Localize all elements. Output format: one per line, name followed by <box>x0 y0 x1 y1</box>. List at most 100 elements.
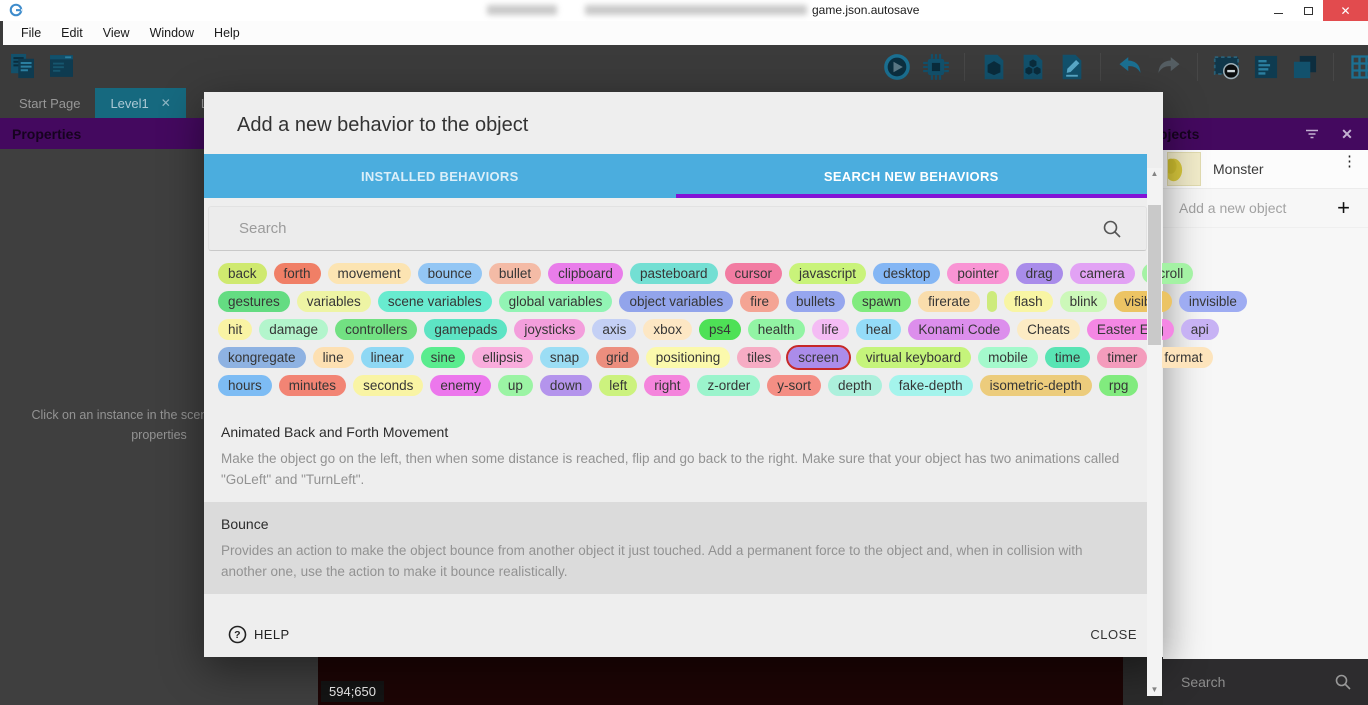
tag-chip-screen[interactable]: screen <box>788 347 849 368</box>
tag-chip-global-variables[interactable]: global variables <box>499 291 613 312</box>
tag-chip-health[interactable]: health <box>748 319 805 340</box>
tag-chip-controllers[interactable]: controllers <box>335 319 417 340</box>
dialog-scrollbar[interactable]: ▲ ▼ <box>1147 168 1162 696</box>
tag-chip-linear[interactable]: linear <box>361 347 414 368</box>
tag-chip-flash[interactable]: flash <box>1004 291 1053 312</box>
tag-chip-object-variables[interactable]: object variables <box>619 291 733 312</box>
edit-scene-icon[interactable] <box>1057 52 1086 81</box>
project-manager-icon[interactable] <box>8 51 37 80</box>
close-dialog-button[interactable]: CLOSE <box>1090 627 1137 642</box>
menu-file[interactable]: File <box>11 21 51 45</box>
tag-chip-up[interactable]: up <box>498 375 533 396</box>
tag-chip-timer[interactable]: timer <box>1097 347 1147 368</box>
tag-chip-line[interactable]: line <box>313 347 354 368</box>
behavior-search-input[interactable] <box>237 207 1077 250</box>
tag-chip-ellipsis[interactable]: ellipsis <box>472 347 533 368</box>
scroll-down-icon[interactable]: ▼ <box>1147 684 1162 696</box>
undo-icon[interactable] <box>1115 52 1144 81</box>
tag-chip-variables[interactable]: variables <box>297 291 371 312</box>
tag-chip-hours[interactable]: hours <box>218 375 272 396</box>
scene-properties-icon[interactable] <box>979 52 1008 81</box>
behavior-item-animated-back-and-forth-movement[interactable]: Animated Back and Forth MovementMake the… <box>204 410 1147 502</box>
tag-chip-z-order[interactable]: z-order <box>697 375 760 396</box>
tag-chip-down[interactable]: down <box>540 375 592 396</box>
tag-chip-api[interactable]: api <box>1181 319 1219 340</box>
object-menu-icon[interactable]: ⋮ <box>1342 158 1352 166</box>
play-icon[interactable] <box>882 52 911 81</box>
objects-editor-icon[interactable] <box>1018 52 1047 81</box>
tag-chip-gamepads[interactable]: gamepads <box>424 319 507 340</box>
tag-chip-javascript[interactable]: javascript <box>789 263 866 284</box>
tag-chip-mobile[interactable]: mobile <box>978 347 1038 368</box>
instances-list-icon[interactable] <box>1251 52 1280 81</box>
scroll-up-icon[interactable]: ▲ <box>1147 168 1162 180</box>
tag-chip-konami-code[interactable]: Konami Code <box>908 319 1010 340</box>
tab-search-new-behaviors[interactable]: SEARCH NEW BEHAVIORS <box>676 154 1148 198</box>
behavior-item-fire-bullets[interactable]: Fire bulletsAllow the object to fire bul… <box>204 594 1147 606</box>
tag-chip-clipboard[interactable]: clipboard <box>548 263 623 284</box>
close-panel-icon[interactable]: ✕ <box>1339 126 1355 142</box>
objects-search-input[interactable] <box>1179 673 1319 691</box>
tag-chip-right[interactable]: right <box>644 375 690 396</box>
tab-close-icon[interactable]: ✕ <box>161 96 171 110</box>
minimize-button[interactable] <box>1263 0 1293 21</box>
tag-chip-visible[interactable]: visible <box>1114 291 1172 312</box>
close-window-button[interactable]: ✕ <box>1323 0 1368 21</box>
object-row-monster[interactable]: Monster ⋮ <box>1163 150 1368 189</box>
maximize-button[interactable] <box>1293 0 1323 21</box>
tag-chip-joysticks[interactable]: joysticks <box>514 319 585 340</box>
tag-chip-heal[interactable]: heal <box>856 319 902 340</box>
tag-chip-drag[interactable]: drag <box>1016 263 1063 284</box>
tag-chip-life[interactable]: life <box>812 319 849 340</box>
tag-chip-pointer[interactable]: pointer <box>947 263 1008 284</box>
tag-chip-pasteboard[interactable]: pasteboard <box>630 263 718 284</box>
tag-chip-axis[interactable]: axis <box>592 319 636 340</box>
tag-chip-spawn[interactable]: spawn <box>852 291 911 312</box>
tag-chip-bounce[interactable]: bounce <box>418 263 482 284</box>
help-button[interactable]: ? HELP <box>228 625 290 644</box>
tag-chip-minutes[interactable]: minutes <box>279 375 346 396</box>
layers-icon[interactable] <box>1290 52 1319 81</box>
tag-chip-camera[interactable]: camera <box>1070 263 1135 284</box>
tag-chip-time[interactable]: time <box>1045 347 1091 368</box>
tab-installed-behaviors[interactable]: INSTALLED BEHAVIORS <box>204 154 676 198</box>
tag-chip-cheats[interactable]: Cheats <box>1017 319 1080 340</box>
tag-chip-virtual-keyboard[interactable]: virtual keyboard <box>856 347 971 368</box>
tag-chip-sine[interactable]: sine <box>421 347 466 368</box>
add-new-object-row[interactable]: Add a new object + <box>1163 189 1368 228</box>
tag-chip-ps4[interactable]: ps4 <box>699 319 741 340</box>
editor-tab-start-page[interactable]: Start Page <box>4 88 95 118</box>
grid-icon[interactable] <box>1348 52 1368 81</box>
tag-chip-cursor[interactable]: cursor <box>725 263 783 284</box>
tag-chip-gestures[interactable]: gestures <box>218 291 290 312</box>
redo-icon[interactable] <box>1154 52 1183 81</box>
tag-chip-tiles[interactable]: tiles <box>737 347 781 368</box>
tag-chip-back[interactable]: back <box>218 263 267 284</box>
tag-chip-grid[interactable]: grid <box>596 347 639 368</box>
tag-chip-snap[interactable]: snap <box>540 347 589 368</box>
menu-help[interactable]: Help <box>204 21 250 45</box>
menu-edit[interactable]: Edit <box>51 21 93 45</box>
render-options-icon[interactable] <box>1212 52 1241 81</box>
tag-chip-bullets[interactable]: bullets <box>786 291 845 312</box>
tag-chip-blank[interactable] <box>987 291 997 312</box>
tag-chip-fake-depth[interactable]: fake-depth <box>889 375 973 396</box>
tag-chip-bullet[interactable]: bullet <box>489 263 541 284</box>
filter-icon[interactable] <box>1304 126 1320 142</box>
tag-chip-enemy[interactable]: enemy <box>430 375 491 396</box>
scrollbar-thumb[interactable] <box>1148 205 1161 345</box>
tag-chip-movement[interactable]: movement <box>328 263 411 284</box>
tag-chip-positioning[interactable]: positioning <box>646 347 731 368</box>
tag-chip-xbox[interactable]: xbox <box>643 319 692 340</box>
tag-chip-damage[interactable]: damage <box>259 319 328 340</box>
tag-chip-scene-variables[interactable]: scene variables <box>378 291 492 312</box>
tag-chip-isometric-depth[interactable]: isometric-depth <box>980 375 1092 396</box>
menu-view[interactable]: View <box>93 21 140 45</box>
behavior-item-bounce[interactable]: BounceProvides an action to make the obj… <box>204 502 1147 594</box>
tag-chip-firerate[interactable]: firerate <box>918 291 980 312</box>
tag-chip-desktop[interactable]: desktop <box>873 263 940 284</box>
tag-chip-invisible[interactable]: invisible <box>1179 291 1247 312</box>
tag-chip-depth[interactable]: depth <box>828 375 882 396</box>
tag-chip-blink[interactable]: blink <box>1060 291 1108 312</box>
tag-chip-rpg[interactable]: rpg <box>1099 375 1139 396</box>
